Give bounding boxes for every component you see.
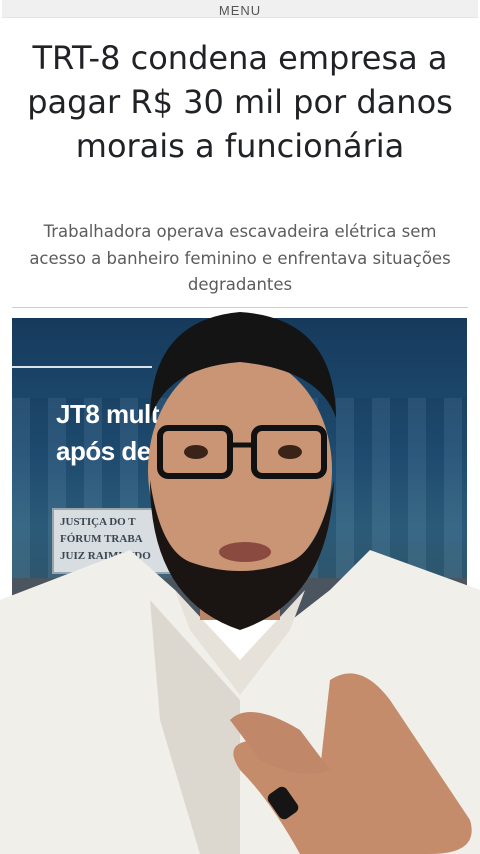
mouth	[219, 542, 271, 562]
menu-label[interactable]: MENU	[219, 3, 261, 17]
presenter-overlay	[0, 312, 480, 854]
screen: MENU TRT-8 condena empresa a pagar R$ 30…	[0, 0, 480, 854]
article-headline: TRT-8 condena empresa a pagar R$ 30 mil …	[27, 39, 453, 165]
right-eye	[278, 445, 302, 459]
left-eye	[184, 445, 208, 459]
menu-bar[interactable]: MENU	[2, 0, 478, 18]
article-subheadline: Trabalhadora operava escavadeira elétric…	[29, 222, 451, 294]
